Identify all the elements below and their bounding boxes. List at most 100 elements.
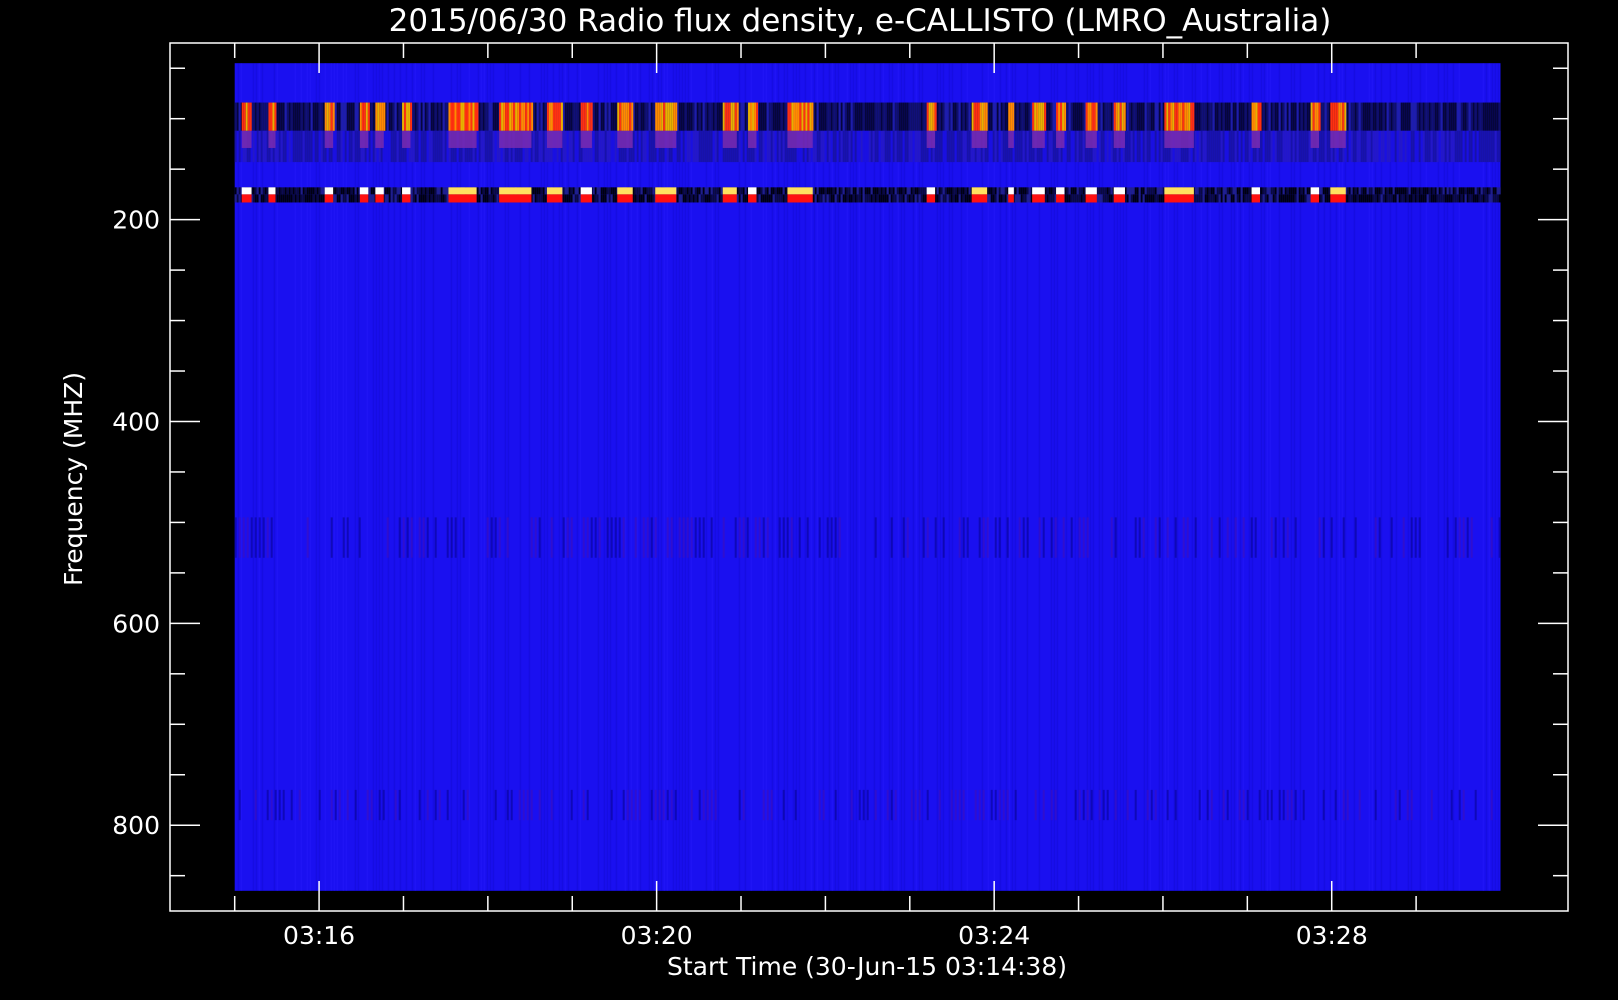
burst-white [1330,187,1346,195]
interference-pixel [252,130,255,163]
interference-pixel [864,187,867,195]
interference-pixel [1136,194,1139,203]
interference-pixel [1160,187,1163,195]
interference-pixel [1440,194,1443,203]
interference-pixel [1478,102,1481,131]
interference-pixel [484,102,487,131]
interference-pixel [1404,130,1407,163]
interference-pixel [684,102,687,131]
faint-band-line [566,517,569,558]
interference-pixel [952,194,955,203]
faint-band-line [290,789,293,821]
interference-pixel [938,130,941,163]
faint-band-line [762,517,765,558]
burst-upper [272,102,275,131]
interference-pixel [1294,194,1297,203]
interference-pixel [1462,194,1465,203]
interference-pixel [1372,130,1375,163]
interference-pixel [1364,130,1367,163]
interference-pixel [562,187,565,195]
interference-pixel [1306,130,1309,163]
interference-pixel [1498,187,1501,195]
interference-pixel [236,130,239,163]
burst-white [1113,187,1125,195]
interference-pixel [314,187,317,195]
interference-pixel [1140,102,1143,131]
interference-pixel [842,130,845,163]
interference-pixel [646,194,649,203]
interference-pixel [1326,194,1329,203]
interference-pixel [688,187,691,195]
interference-pixel [1110,130,1113,163]
interference-pixel [868,194,871,203]
faint-band-line [818,517,821,558]
interference-pixel [312,194,315,203]
interference-pixel [434,187,437,195]
interference-pixel [1396,130,1399,163]
interference-pixel [742,187,745,195]
interference-pixel [1206,130,1209,163]
interference-pixel [1194,187,1197,195]
interference-pixel [314,102,317,131]
interference-pixel [1244,194,1247,203]
interference-pixel [350,194,353,203]
interference-pixel [284,102,287,131]
interference-pixel [686,194,689,203]
interference-pixel [278,194,281,203]
interference-pixel [1468,187,1471,195]
interference-pixel [538,194,541,203]
faint-band-line [1282,517,1285,558]
interference-pixel [1000,102,1003,131]
interference-pixel [1322,130,1325,163]
interference-pixel [760,102,763,131]
interference-pixel [742,102,745,131]
interference-pixel [1104,194,1107,203]
faint-band-line [1146,789,1149,821]
interference-pixel [1488,130,1491,163]
interference-pixel [912,194,915,203]
interference-pixel [966,187,969,195]
interference-pixel [1456,194,1459,203]
interference-pixel [844,130,847,163]
faint-band-line [1182,517,1185,558]
faint-band-line [1026,517,1029,558]
burst-upper [588,102,591,131]
interference-pixel [870,187,873,195]
interference-pixel [694,130,697,163]
interference-pixel [344,194,347,203]
interference-pixel [1236,187,1239,195]
interference-pixel [678,194,681,203]
interference-pixel [1228,102,1231,131]
interference-pixel [1326,102,1329,131]
interference-pixel [1282,130,1285,163]
interference-pixel [1152,187,1155,195]
interference-pixel [608,102,611,131]
interference-pixel [606,130,609,163]
interference-pixel [260,102,263,131]
interference-pixel [566,187,569,195]
interference-pixel [280,194,283,203]
faint-band-line [582,517,585,558]
interference-pixel [1106,102,1109,131]
interference-pixel [860,130,863,163]
interference-pixel [894,130,897,163]
interference-pixel [1386,130,1389,163]
interference-pixel [1480,102,1483,131]
interference-pixel [854,187,857,195]
interference-pixel [1490,130,1493,163]
interference-pixel [816,130,819,163]
interference-pixel [340,102,343,131]
interference-pixel [340,194,343,203]
faint-band-line [994,789,997,821]
interference-pixel [1400,194,1403,203]
interference-pixel [1302,187,1305,195]
interference-pixel [1460,102,1463,131]
interference-pixel [1346,130,1349,163]
burst-upper [1170,102,1173,131]
interference-pixel [1126,130,1129,163]
interference-pixel [1474,194,1477,203]
faint-band-line [378,789,381,821]
interference-pixel [780,130,783,163]
faint-band-line [938,789,941,821]
interference-pixel [832,102,835,131]
